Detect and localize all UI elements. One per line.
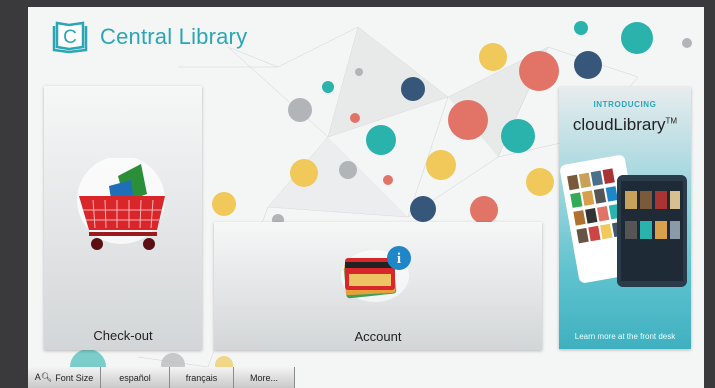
book-logo-icon: C bbox=[52, 21, 88, 54]
bottom-toolbar: A🔍︎ Font Size español français More... bbox=[28, 367, 704, 388]
more-button[interactable]: More... bbox=[234, 367, 295, 388]
cloudlibrary-promo[interactable]: INTRODUCING cloudLibraryTM Learn more at… bbox=[559, 87, 691, 349]
account-tile[interactable]: i Account bbox=[214, 222, 542, 350]
promo-intro: INTRODUCING bbox=[593, 100, 657, 109]
kiosk-screen: C Central Library Check-out i Account IN… bbox=[28, 7, 704, 388]
trademark-mark: TM bbox=[665, 116, 678, 126]
checkout-label: Check-out bbox=[93, 328, 153, 343]
library-cards-icon: i bbox=[341, 246, 411, 302]
more-label: More... bbox=[249, 372, 278, 383]
shopping-cart-icon bbox=[77, 158, 165, 250]
tablet-image bbox=[560, 155, 687, 287]
library-logo: C Central Library bbox=[52, 20, 247, 54]
font-size-icon: A🔍︎ bbox=[34, 372, 53, 382]
font-size-label: Font Size bbox=[55, 372, 94, 383]
logo-letter: C bbox=[63, 27, 77, 48]
checkout-tile[interactable]: Check-out bbox=[44, 86, 202, 350]
french-label: français bbox=[185, 372, 218, 383]
french-language-button[interactable]: français bbox=[170, 367, 234, 388]
promo-title-text: cloudLibrary bbox=[572, 115, 666, 134]
promo-title: cloudLibraryTM bbox=[559, 115, 691, 135]
account-label: Account bbox=[354, 329, 402, 344]
font-size-button[interactable]: A🔍︎ Font Size bbox=[28, 367, 101, 388]
library-name: Central Library bbox=[100, 24, 248, 49]
spanish-label: español bbox=[119, 372, 151, 383]
promo-footer: Learn more at the front desk bbox=[574, 332, 676, 341]
spanish-language-button[interactable]: español bbox=[101, 367, 170, 388]
info-badge-icon: i bbox=[397, 251, 401, 267]
